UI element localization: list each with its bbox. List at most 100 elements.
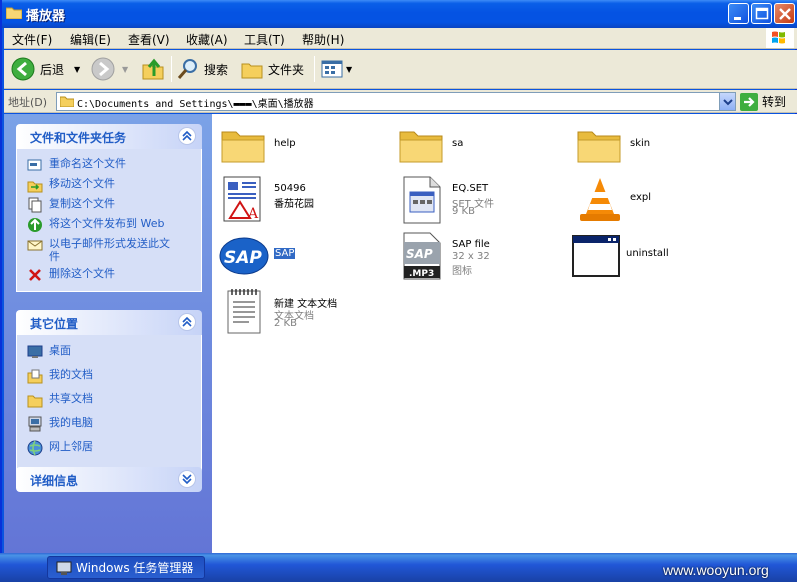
menu-view[interactable]: 查看(V) (128, 31, 170, 48)
toolbar-separator (171, 56, 172, 82)
file-name: sa (452, 138, 464, 149)
toolbar: 后退 ▼ ▼ 搜索 文件夹 ▼ (4, 50, 797, 89)
task-copy[interactable]: 复制这个文件 (17, 195, 201, 215)
up-folder-icon (142, 58, 164, 80)
expand-button[interactable] (178, 470, 196, 488)
other-places-header[interactable]: 其它位置 (16, 310, 202, 335)
file-item[interactable]: sa (396, 120, 574, 172)
file-item[interactable]: A 50496 番茄花园 (218, 174, 396, 226)
copy-icon (28, 197, 42, 213)
selected-file-name: SAP (274, 248, 296, 259)
task-rename[interactable]: 重命名这个文件 (17, 155, 201, 175)
folder-icon (60, 96, 74, 107)
file-description: 番茄花园 (274, 199, 314, 210)
menu-edit[interactable]: 编辑(E) (70, 31, 111, 48)
search-button[interactable]: 搜索 (176, 54, 228, 84)
back-dropdown-icon[interactable]: ▼ (74, 65, 80, 74)
svg-text:.MP3: .MP3 (409, 269, 434, 279)
folder-icon (399, 131, 443, 163)
menu-file[interactable]: 文件(F) (12, 31, 52, 48)
folder-icon (6, 7, 22, 19)
taskbar-button-label: Windows 任务管理器 (76, 561, 194, 575)
task-pane: 文件和文件夹任务 重命名这个文件 移动这个文件 复制这个文件 将这个文件发布到 … (4, 114, 212, 553)
file-name: SAP file (452, 239, 490, 250)
taskbar: Windows 任务管理器 www.wooyun.org (0, 553, 797, 582)
other-places-title: 其它位置 (30, 317, 79, 331)
file-item[interactable]: EQ.SET SET 文件 9 KB (396, 174, 574, 226)
up-folder-button[interactable] (140, 54, 166, 84)
forward-dropdown-icon[interactable]: ▼ (122, 65, 128, 74)
file-item[interactable]: help (218, 120, 396, 172)
file-name: 50496 (274, 183, 306, 194)
toolbar-separator (314, 56, 315, 82)
file-tasks-list: 重命名这个文件 移动这个文件 复制这个文件 将这个文件发布到 Web 以电子邮件… (16, 149, 202, 292)
collapse-button[interactable] (178, 313, 196, 331)
file-item[interactable]: expl (574, 174, 752, 226)
collapse-button[interactable] (178, 127, 196, 145)
task-label: 将这个文件发布到 Web (49, 217, 165, 230)
text-document-icon (227, 289, 261, 334)
email-icon (27, 240, 43, 251)
details-title: 详细信息 (30, 474, 79, 488)
svg-text:SAP: SAP (406, 247, 433, 261)
file-dimensions: 32 x 32 (452, 251, 490, 262)
task-label: 复制这个文件 (49, 197, 115, 210)
file-name: skin (630, 138, 651, 149)
title-bar[interactable]: 播放器 (2, 0, 797, 28)
file-tasks-header[interactable]: 文件和文件夹任务 (16, 124, 202, 149)
menu-tools[interactable]: 工具(T) (244, 31, 285, 48)
move-icon (27, 181, 43, 193)
file-item[interactable]: 新建 文本文档 文本文档 2 KB (218, 286, 396, 338)
place-label: 网上邻居 (49, 440, 93, 453)
other-places-panel: 其它位置 桌面 我的文档 共享文档 我的电脑 网上邻居 (16, 310, 202, 472)
back-button[interactable]: 后退 ▼ (10, 54, 80, 84)
taskbar-button-task-manager[interactable]: Windows 任务管理器 (47, 556, 205, 579)
windows-logo-icon (766, 28, 794, 48)
minimize-button[interactable] (728, 3, 749, 24)
place-my-documents[interactable]: 我的文档 (17, 365, 201, 389)
file-item[interactable]: SAP SAP (218, 230, 396, 282)
place-my-computer[interactable]: 我的电脑 (17, 413, 201, 437)
views-button[interactable]: ▼ (320, 54, 352, 84)
task-manager-icon (56, 561, 72, 575)
views-icon (321, 60, 343, 78)
close-button[interactable] (774, 3, 795, 24)
folders-button[interactable]: 文件夹 (240, 54, 304, 84)
file-name: EQ.SET (452, 183, 489, 194)
watermark-text: www.wooyun.org (663, 562, 769, 578)
place-network[interactable]: 网上邻居 (17, 437, 201, 461)
details-header[interactable]: 详细信息 (16, 467, 202, 492)
address-dropdown-button[interactable] (719, 93, 735, 110)
task-publish-web[interactable]: 将这个文件发布到 Web (17, 215, 201, 235)
task-label: 重命名这个文件 (49, 157, 126, 170)
file-name: uninstall (626, 248, 669, 259)
views-dropdown-icon[interactable]: ▼ (346, 65, 352, 74)
address-input[interactable]: C:\Documents and Settings\▬▬▬\桌面\播放器 (56, 92, 736, 111)
folders-icon (241, 63, 263, 79)
file-item[interactable]: uninstall (570, 230, 748, 282)
place-label: 我的电脑 (49, 416, 93, 429)
file-size: 9 KB (452, 206, 475, 217)
file-name: expl (630, 192, 652, 203)
file-item[interactable]: skin (574, 120, 752, 172)
task-move[interactable]: 移动这个文件 (17, 175, 201, 195)
menu-favorites[interactable]: 收藏(A) (186, 31, 228, 48)
application-window-icon (572, 235, 620, 277)
menu-bar: 文件(F) 编辑(E) 查看(V) 收藏(A) 工具(T) 帮助(H) (4, 28, 797, 49)
network-globe-icon (27, 440, 43, 456)
place-label: 共享文档 (49, 392, 93, 405)
go-button[interactable]: 转到 (740, 92, 786, 111)
svg-text:SAP: SAP (224, 248, 262, 268)
sap-mp3-icon: SAP .MP3 (403, 232, 441, 280)
file-item[interactable]: SAP .MP3 SAP file 32 x 32 图标 (396, 230, 574, 282)
place-shared-documents[interactable]: 共享文档 (17, 389, 201, 413)
place-desktop[interactable]: 桌面 (17, 341, 201, 365)
maximize-icon (755, 7, 769, 20)
maximize-button[interactable] (751, 3, 772, 24)
file-type: 图标 (452, 266, 472, 277)
menu-help[interactable]: 帮助(H) (302, 31, 344, 48)
task-email[interactable]: 以电子邮件形式发送此文件 (17, 235, 201, 265)
task-label: 以电子邮件形式发送此文件 (49, 237, 170, 263)
forward-button[interactable]: ▼ (90, 54, 128, 84)
task-delete[interactable]: 删除这个文件 (17, 265, 201, 285)
